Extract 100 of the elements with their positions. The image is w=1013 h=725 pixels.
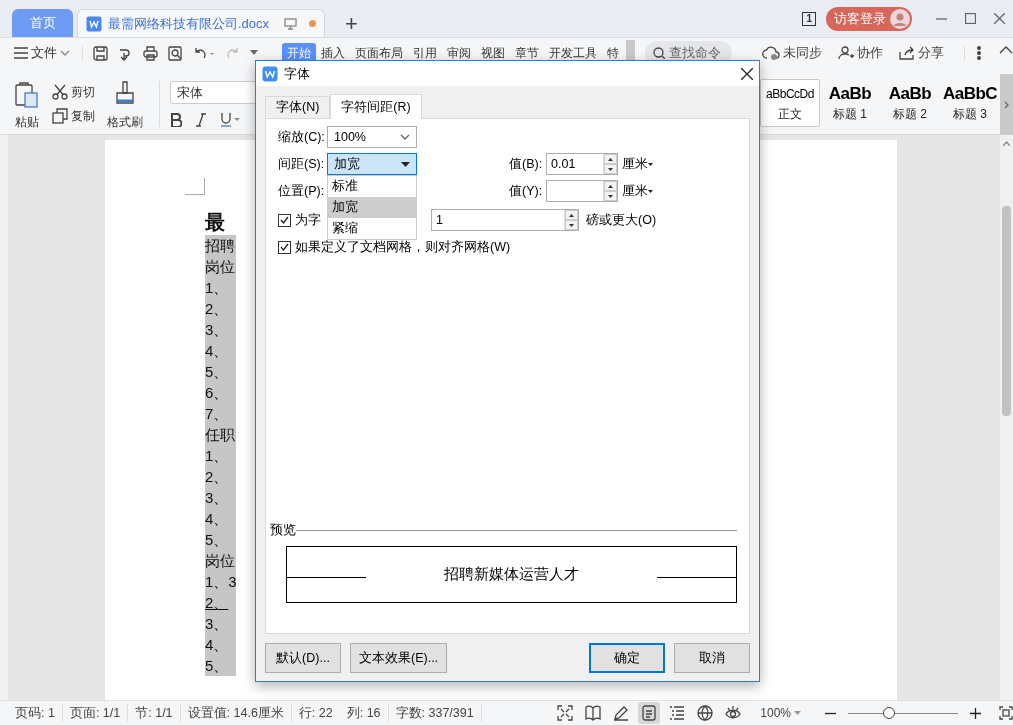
undo-icon[interactable] xyxy=(193,45,215,61)
spin-up-icon[interactable] xyxy=(608,157,613,161)
dialog-title: 字体 xyxy=(284,64,310,83)
share-icon xyxy=(899,46,915,60)
status-item: 字数: 337/391 xyxy=(388,703,482,723)
position-value-field[interactable] xyxy=(546,180,618,202)
login-button[interactable]: 访客登录 xyxy=(826,6,912,31)
unit-dropdown[interactable]: 厘米 xyxy=(622,181,648,201)
underline-icon[interactable] xyxy=(220,112,240,127)
fit-window-icon[interactable] xyxy=(999,706,1013,720)
field-label: 值(B): xyxy=(509,155,544,173)
new-tab-button[interactable]: + xyxy=(341,13,362,35)
caret-icon xyxy=(401,161,410,167)
toolbar-action[interactable]: 协作 xyxy=(832,43,889,63)
spin-up-icon[interactable] xyxy=(608,184,613,188)
field-label: 位置(P): xyxy=(278,182,326,200)
page-icon xyxy=(641,705,658,721)
kerning-size-field[interactable]: 1 xyxy=(431,209,579,231)
check-icon xyxy=(280,243,289,251)
page-count: 1 xyxy=(802,11,816,26)
close-button[interactable] xyxy=(741,67,753,80)
ribbon-tab[interactable]: 页面布局 xyxy=(350,43,408,63)
zoom-slider-thumb[interactable] xyxy=(882,707,895,719)
scroll-up-icon[interactable] xyxy=(1003,141,1010,146)
ribbon-tab[interactable]: 视图 xyxy=(476,43,510,63)
ribbon-tab[interactable]: 审阅 xyxy=(442,43,476,63)
toolbar-action[interactable]: 未同步 xyxy=(756,43,828,63)
document-icon xyxy=(86,15,102,32)
spin-down-icon[interactable] xyxy=(608,167,613,171)
eye-icon xyxy=(725,705,742,721)
dropdown-option[interactable]: 紧缩 xyxy=(328,218,416,239)
dialog-tab[interactable]: 字体(N) xyxy=(265,96,331,118)
dialog-button[interactable]: 默认(D)... xyxy=(265,643,341,673)
unit-dropdown[interactable]: 厘米 xyxy=(622,154,648,174)
status-item: 节: 1/1 xyxy=(128,703,181,723)
style-preset[interactable]: AaBb 标题 2 xyxy=(880,79,940,127)
document-heading: 最 xyxy=(205,210,226,235)
maximize-icon[interactable] xyxy=(965,13,976,24)
scrollbar-thumb[interactable] xyxy=(1002,206,1011,416)
field-label: 值(Y): xyxy=(509,182,544,200)
style-preset[interactable]: aBbCcDd 正文 xyxy=(760,79,820,127)
toolbar-action[interactable]: 分享 xyxy=(893,43,950,63)
scissors-icon xyxy=(52,84,68,100)
more-caret-icon[interactable] xyxy=(250,50,258,56)
dropdown-option[interactable]: 加宽 xyxy=(328,197,416,218)
fullscreen-icon xyxy=(557,705,574,721)
caret-icon xyxy=(648,162,653,166)
spin-down-icon[interactable] xyxy=(569,223,574,227)
save-icon[interactable] xyxy=(93,45,108,61)
dropdown-option[interactable]: 标准 xyxy=(328,176,416,197)
view-mode-button[interactable] xyxy=(638,702,661,724)
ribbon-tab[interactable]: 开发工具 xyxy=(544,43,602,63)
ribbon-tab[interactable]: 章节 xyxy=(510,43,544,63)
avatar-icon xyxy=(890,8,910,29)
cloud-icon xyxy=(762,46,780,60)
paste-button[interactable]: 粘贴 xyxy=(14,81,40,131)
spin-up-icon[interactable] xyxy=(569,213,574,217)
spacing-value-field[interactable]: 0.01 xyxy=(546,153,618,175)
caret-icon xyxy=(648,189,653,193)
file-menu[interactable]: 文件 xyxy=(14,43,70,63)
caret-icon xyxy=(794,711,801,715)
ribbon-tab[interactable]: 特 xyxy=(602,43,624,63)
field-label: 缩放(C): xyxy=(278,128,326,146)
dialog-tab[interactable]: 字符间距(R) xyxy=(330,94,422,119)
globe-icon xyxy=(697,705,714,721)
status-item: 页面: 1/1 xyxy=(62,703,129,723)
dialog-button[interactable]: 确定 xyxy=(589,643,665,673)
app-logo-icon xyxy=(262,65,278,82)
format-painter-button[interactable]: 格式刷 xyxy=(107,81,143,131)
style-preset[interactable]: AaBbC 标题 3 xyxy=(940,79,1000,127)
scale-select[interactable]: 100% xyxy=(327,126,417,148)
close-icon[interactable] xyxy=(994,13,1005,24)
person-add-icon xyxy=(838,46,854,60)
checkbox[interactable] xyxy=(278,213,291,227)
copy-icon xyxy=(52,108,68,124)
status-item: 设置值: 14.6厘米 xyxy=(180,703,292,723)
dialog-button[interactable]: 取消 xyxy=(674,643,750,673)
status-item: 列: 16 xyxy=(339,703,389,723)
more-icon[interactable] xyxy=(977,46,981,60)
status-item: 行: 22 xyxy=(297,704,334,722)
ribbon-tab[interactable]: 插入 xyxy=(316,43,350,63)
collapse-icon[interactable] xyxy=(999,46,1013,54)
pen-icon xyxy=(613,705,630,721)
bold-icon[interactable] xyxy=(170,112,182,127)
italic-icon[interactable] xyxy=(196,112,206,127)
zoom-dropdown[interactable]: 100% xyxy=(760,704,801,722)
window-tab[interactable]: 最需网络科技有限公司.docx xyxy=(77,9,325,37)
checkbox[interactable] xyxy=(278,240,291,254)
chevron-icon xyxy=(400,134,410,140)
print-preview-icon[interactable] xyxy=(168,45,183,61)
zoom-in-icon[interactable] xyxy=(970,707,981,719)
ribbon-tab[interactable]: 引用 xyxy=(408,43,442,63)
dialog-button[interactable]: 文本效果(E)... xyxy=(350,643,448,673)
cut-button[interactable]: 剪切 xyxy=(52,83,95,101)
print-icon[interactable] xyxy=(143,45,158,61)
chevron-icon xyxy=(60,50,70,56)
spin-down-icon[interactable] xyxy=(608,194,613,198)
close-icon xyxy=(741,67,753,80)
style-preset[interactable]: AaBb 标题 1 xyxy=(820,79,880,127)
copy-button[interactable]: 复制 xyxy=(52,107,95,125)
